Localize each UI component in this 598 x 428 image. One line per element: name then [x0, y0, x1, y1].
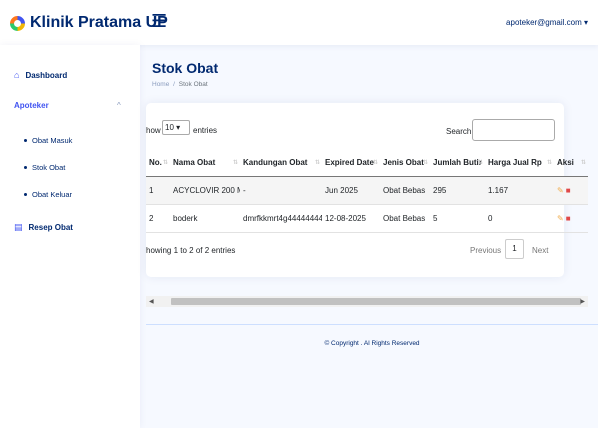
next-button[interactable]: Next [532, 246, 548, 255]
cell-harga-jual: 1.167 [485, 176, 554, 205]
sidebar-item-label: Resep Obat [28, 223, 73, 232]
chevron-down-icon: ▾ [176, 123, 181, 132]
column-header-harga-jual[interactable]: Harga Jual Rp ⇅ [485, 150, 554, 177]
page-title: Stok Obat [152, 60, 219, 76]
breadcrumb-home[interactable]: Home [152, 81, 169, 88]
bullet-icon [24, 139, 27, 142]
breadcrumb-current: Stok Obat [178, 81, 208, 88]
sidebar-item-apoteker[interactable]: Apoteker [14, 101, 49, 110]
sidebar-item-label: Obat Keluar [32, 190, 73, 199]
search-input[interactable] [472, 119, 555, 141]
table-header-row: No. ⇅ Nama Obat ⇅ Kandungan Obat ⇅ Expired … [146, 150, 588, 177]
entries-label: entries [193, 126, 218, 135]
scrollbar-thumb[interactable] [171, 298, 581, 305]
previous-button[interactable]: Previous [470, 246, 501, 255]
cell-expired-date: Jun 2025 [322, 176, 380, 205]
cell-nama-obat: boderk [170, 204, 240, 233]
cell-nama-obat: ACYCLOVIR 200 MG [170, 176, 240, 205]
horizontal-scrollbar[interactable]: ◀ ▶ [146, 296, 588, 307]
trash-icon[interactable]: ■ [566, 186, 571, 195]
sidebar-item-obat-keluar[interactable]: Obat Keluar [24, 190, 72, 199]
bullet-icon [24, 193, 27, 196]
edit-icon[interactable]: ✎ [557, 214, 564, 223]
table-row: 1 ACYCLOVIR 200 MG - Jun 2025 Obat Bebas… [146, 176, 588, 205]
show-entries-label: how [146, 126, 161, 135]
column-header-aksi[interactable]: Aksi ⇅ [554, 150, 588, 177]
logo[interactable]: Klinik Pratama UP [10, 14, 168, 32]
sidebar-item-label: Apoteker [14, 101, 49, 110]
sidebar-item-stok-obat[interactable]: Stok Obat [24, 163, 65, 172]
cell-jenis-obat: Obat Bebas [380, 176, 430, 205]
sort-icon: ⇅ [477, 160, 483, 166]
column-header-label: Aksi [557, 158, 574, 168]
search-label: Search: [446, 127, 474, 136]
sidebar-item-resep-obat[interactable]: ▤ Resep Obat [14, 222, 73, 233]
breadcrumb: Home / Stok Obat [152, 81, 208, 88]
page-button-1[interactable]: 1 [505, 239, 524, 259]
cell-jumlah-butir: 295 [430, 176, 485, 205]
column-header-kandungan-obat[interactable]: Kandungan Obat ⇅ [240, 150, 322, 177]
bullet-icon [24, 166, 27, 169]
sort-icon: ⇅ [580, 160, 586, 166]
cell-no: 1 [146, 176, 170, 205]
cell-kandungan-obat: - [240, 176, 322, 205]
column-header-label: No. [149, 158, 162, 168]
entries-select[interactable]: 10 ▾ [162, 120, 190, 135]
column-header-jenis-obat[interactable]: Jenis Obat ⇅ [380, 150, 430, 177]
cell-expired-date: 12-08-2025 [322, 204, 380, 233]
column-header-jumlah-butir[interactable]: Jumlah Butir ⇅ [430, 150, 485, 177]
sidebar-item-label: Obat Masuk [32, 136, 73, 145]
sidebar-item-label: Stok Obat [32, 163, 66, 172]
entries-select-value: 10 [165, 123, 174, 132]
column-header-label: Kandungan Obat [243, 158, 308, 168]
sidebar-item-dashboard[interactable]: ⌂ Dashboard [14, 70, 67, 80]
document-icon: ▤ [14, 222, 23, 232]
table-info: howing 1 to 2 of 2 entries [146, 246, 236, 255]
sort-icon: ⇅ [314, 160, 320, 166]
column-header-label: Expired Date [325, 158, 374, 168]
cell-harga-jual: 0 [485, 204, 554, 233]
dashboard-icon: ⌂ [14, 70, 20, 80]
breadcrumb-separator: / [173, 81, 175, 88]
cell-no: 2 [146, 204, 170, 233]
sidebar-item-obat-masuk[interactable]: Obat Masuk [24, 136, 72, 145]
edit-icon[interactable]: ✎ [557, 186, 564, 195]
column-header-expired-date[interactable]: Expired Date ⇅ [322, 150, 380, 177]
sort-icon: ⇅ [232, 160, 238, 166]
sort-icon: ⇅ [422, 160, 428, 166]
header: Klinik Pratama UP ☰ apoteker@gmail.com ▾ [0, 0, 598, 45]
cell-kandungan-obat: dmrfkkmrt4g4444444444 [240, 204, 322, 233]
sidebar-item-label: Dashboard [25, 70, 68, 80]
column-header-label: Jenis Obat [383, 158, 424, 168]
cell-aksi: ✎ ■ [554, 176, 588, 205]
chevron-up-icon[interactable]: ^ [117, 101, 121, 110]
cell-aksi: ✎ ■ [554, 204, 588, 233]
cell-jumlah-butir: 5 [430, 204, 485, 233]
sort-icon: ⇅ [162, 160, 168, 166]
footer-divider [146, 324, 598, 325]
column-header-label: Nama Obat [173, 158, 216, 168]
logo-icon [10, 15, 25, 31]
footer-copyright: © Copyright . Al Rights Reserved [324, 340, 420, 347]
app-title: Klinik Pratama UP [30, 14, 168, 31]
stock-table: No. ⇅ Nama Obat ⇅ Kandungan Obat ⇅ Expired … [146, 150, 588, 233]
sidebar: ⌂ Dashboard Apoteker ^ Obat Masuk Stok O… [0, 45, 140, 428]
scroll-right-icon[interactable]: ▶ [580, 298, 585, 305]
column-header-label: Harga Jual Rp [488, 158, 542, 168]
column-header-nama-obat[interactable]: Nama Obat ⇅ [170, 150, 240, 177]
user-menu[interactable]: apoteker@gmail.com ▾ [506, 18, 588, 27]
menu-toggle-icon[interactable]: ☰ [151, 12, 167, 30]
sort-icon: ⇅ [372, 160, 378, 166]
table-row: 2 boderk dmrfkkmrt4g4444444444 12-08-202… [146, 204, 588, 233]
column-header-no[interactable]: No. ⇅ [146, 150, 170, 177]
column-header-label: Jumlah Butir [433, 158, 482, 168]
trash-icon[interactable]: ■ [566, 214, 571, 223]
cell-jenis-obat: Obat Bebas [380, 204, 430, 233]
sort-icon: ⇅ [546, 160, 552, 166]
scroll-left-icon[interactable]: ◀ [149, 298, 154, 305]
